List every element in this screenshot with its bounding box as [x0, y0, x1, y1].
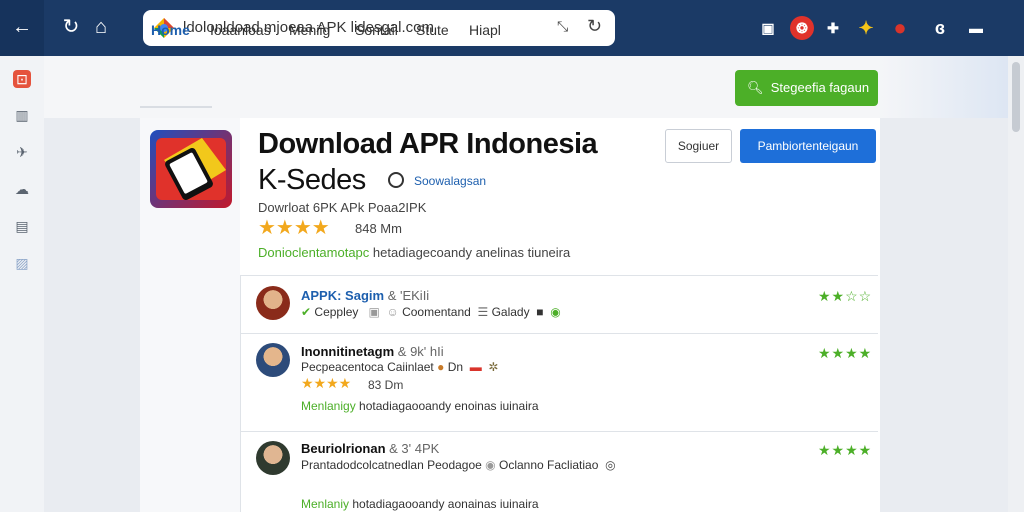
cloud-icon[interactable]: ☁	[13, 180, 31, 198]
target-icon: ◎	[605, 458, 616, 472]
film-icon: ■	[536, 305, 544, 319]
divider-vertical	[240, 275, 241, 512]
review-size: 83 Dm	[368, 378, 404, 392]
back-arrow-icon[interactable]: ←	[9, 14, 35, 40]
pin-icon[interactable]: ✈	[13, 143, 31, 161]
tab-downloads[interactable]: Ioaanloas	[210, 22, 271, 38]
chip-icon: ◉	[485, 458, 496, 472]
box-icon: ▣	[368, 305, 380, 319]
app-title-line2: K-Sedes	[258, 164, 366, 196]
app-size: 848 Mm	[355, 221, 402, 236]
header-fade	[878, 56, 1008, 118]
review-text: Prantadodcolcatnedlan Peodagoe ◉ Oclanno…	[301, 458, 616, 472]
review-stars: ★★★★	[818, 442, 873, 458]
divider	[240, 431, 878, 432]
avatar	[256, 441, 290, 475]
avatar	[256, 286, 290, 320]
secondary-button[interactable]: Sogiuer	[665, 129, 732, 163]
review-footer: Menlaniy hotadiagaooandy aonainas iuinai…	[301, 497, 539, 511]
tab-social[interactable]: Sontail	[355, 22, 398, 38]
divider	[240, 333, 878, 334]
check-icon: ✔	[301, 305, 312, 319]
review-text: Pecpeacentoca Caiinlaet ● Dn ▬ ✲	[301, 360, 499, 374]
face-icon: ☺	[386, 305, 399, 319]
developer-link[interactable]: Soowalagsan	[414, 174, 486, 188]
search-button-label: Stegeefia fagaun	[770, 80, 870, 95]
review-stars: ★★★★	[818, 345, 873, 361]
review-tags: ✔ Ceppley ▣ ☺ Coomentand ☰ Galady ■ ◉	[301, 305, 561, 319]
app-description: Donioclentamotapc hetadiagecoandy anelin…	[258, 245, 571, 260]
divider	[240, 275, 878, 276]
gamepad-icon[interactable]: ✚	[821, 16, 845, 40]
review-footer: Menlanigy hotadiagaooandy enoinas iuinai…	[301, 399, 539, 413]
search-icon: 🔍︎	[747, 80, 764, 95]
tab-indicator	[140, 106, 212, 108]
image-icon[interactable]: ▨	[13, 254, 31, 272]
left-rail	[0, 56, 44, 512]
refresh-icon[interactable]: ↻	[587, 16, 602, 37]
globe-icon	[388, 172, 404, 188]
tab-menu[interactable]: Meniig	[289, 22, 330, 38]
refresh-green-icon: ◉	[550, 305, 561, 319]
home-icon[interactable]: ⌂	[88, 14, 114, 40]
tab-help[interactable]: Hiapl	[469, 22, 501, 38]
app-rating-stars: ★★★★	[258, 217, 330, 239]
avatar-red-icon[interactable]: ●	[888, 16, 912, 40]
screen-icon[interactable]: ▣	[756, 16, 780, 40]
chat-icon[interactable]: ▬	[964, 16, 988, 40]
app-store-icon[interactable]: ⊡	[13, 70, 31, 88]
avatar	[256, 343, 290, 377]
gear-icon: ✲	[488, 360, 499, 374]
search-button[interactable]: 🔍︎ Stegeefia fagaun	[735, 70, 878, 106]
scrollbar-thumb[interactable]	[1012, 62, 1020, 132]
review-rating-stars: ★★★★	[301, 375, 352, 391]
folder-icon[interactable]: ▤	[13, 217, 31, 235]
share-icon[interactable]: ⤡	[557, 18, 568, 35]
flag-icon: ▬	[469, 360, 482, 374]
app-red-icon[interactable]: ❂	[790, 16, 814, 40]
puzzle-icon[interactable]: ✦	[854, 16, 878, 40]
tab-store[interactable]: Stute	[416, 22, 449, 38]
reload-icon[interactable]: ↻	[58, 14, 84, 40]
coin-icon: ●	[437, 360, 445, 374]
download-button[interactable]: Pambiortenteigaun	[740, 129, 876, 163]
review-author: APPK: Sagim & 'EKiIi	[301, 288, 430, 303]
book-icon[interactable]: ▥	[13, 106, 31, 124]
link-icon[interactable]: ɞ	[928, 16, 952, 40]
review-stars: ★★☆☆	[818, 288, 873, 304]
app-subline: Dowrloat 6PK APk Poaa2IPK	[258, 200, 427, 215]
review-author: Inonnitinetagm & 9k' hIi	[301, 344, 444, 359]
review-author: Beuriolrionan & 3' 4PK	[301, 441, 440, 456]
doc-icon: ☰	[477, 305, 489, 319]
tab-home[interactable]: Home	[151, 22, 190, 38]
app-icon	[150, 130, 232, 208]
app-title-line1: Download APR Indonesia	[258, 128, 598, 160]
